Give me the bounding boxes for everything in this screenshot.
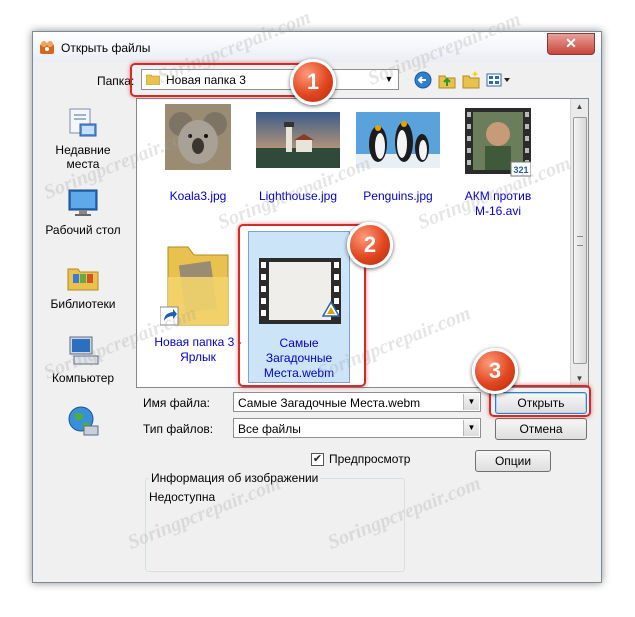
folder-label: Папка: [97,74,135,88]
file-name: АКМ против [464,189,532,203]
file-item-penguins[interactable]: Penguins.jpg [348,104,448,204]
preview-checkbox[interactable]: ✔ [311,453,324,466]
file-name: Penguins.jpg [363,189,433,203]
close-button[interactable]: ✕ [547,33,595,55]
file-name: Ярлык [180,350,216,364]
step-badge-2: 2 [347,222,393,268]
computer-icon [69,336,99,365]
file-name: M-16.avi [474,204,521,218]
filetype-value: Все файлы [238,422,301,436]
scroll-up-arrow-icon[interactable]: ▲ [571,99,588,115]
desktop-icon [68,189,98,216]
file-item-lighthouse[interactable]: Lighthouse.jpg [248,104,348,204]
place-desktop[interactable]: Рабочий стол [43,186,123,237]
place-recent[interactable]: Недавние места [43,106,123,171]
filetype-label: Тип файлов: [143,422,214,436]
image-info-value: Недоступна [149,490,216,504]
step-badge-3: 3 [472,348,518,394]
cancel-button[interactable]: Отмена [495,418,587,440]
libraries-icon [67,268,99,291]
network-globe-icon [68,406,99,436]
file-name: Новая папка 3 - [154,335,242,349]
video-thumbnail: 321 [465,108,531,177]
preview-label: Предпросмотр [329,452,411,466]
folder-shortcut-icon [160,246,229,326]
file-item-akm-video[interactable]: 321 АКМ против M-16.avi [448,104,548,224]
file-item-folder-shortcut[interactable]: Новая папка 3 - Ярлык [148,231,248,371]
place-libraries[interactable]: Библиотеки [43,260,123,311]
svg-text:321: 321 [513,165,528,175]
close-icon: ✕ [565,35,577,51]
place-label: Библиотеки [50,297,116,311]
chevron-down-icon[interactable]: ▼ [463,420,479,436]
filename-label: Имя файла: [143,396,210,410]
vertical-scrollbar[interactable]: ▲ ▼ [570,99,588,387]
image-info-title: Информация об изображении [149,471,321,485]
window-title: Открыть файлы [61,41,151,55]
place-label: Компьютер [51,371,115,385]
back-icon[interactable] [413,70,433,90]
filename-combo[interactable]: Самые Загадочные Места.webm ▼ [233,392,481,412]
scroll-grip [577,236,583,246]
chevron-down-icon[interactable]: ▼ [382,72,396,87]
filetype-combo[interactable]: Все файлы ▼ [233,418,481,438]
place-network[interactable] [43,404,123,441]
title-bar: Открыть файлы ✕ [33,32,601,62]
view-menu-icon[interactable] [485,70,511,90]
place-computer[interactable]: Компьютер [43,334,123,385]
scroll-thumb[interactable] [573,117,587,364]
up-folder-icon[interactable] [437,70,457,90]
marker-folder-combo [130,63,305,97]
place-label: Недавние [55,143,111,157]
chevron-down-icon[interactable]: ▼ [463,394,479,410]
file-name: Koala3.jpg [169,189,227,203]
new-folder-icon[interactable] [461,70,481,90]
file-name: Lighthouse.jpg [258,189,338,203]
place-label: Рабочий стол [45,223,121,237]
app-icon [40,41,54,54]
file-item-koala[interactable]: Koala3.jpg [148,104,248,204]
penguins-thumbnail [356,112,440,168]
place-label: места [66,157,100,171]
filename-value: Самые Загадочные Места.webm [238,396,421,410]
step-badge-1: 1 [290,59,336,105]
lighthouse-thumbnail [256,112,340,168]
places-bar: Недавние места Рабочий стол Библиотеки К… [43,98,123,478]
options-button[interactable]: Опции [475,450,551,472]
recent-places-icon [69,108,97,137]
koala-thumbnail [165,104,231,170]
